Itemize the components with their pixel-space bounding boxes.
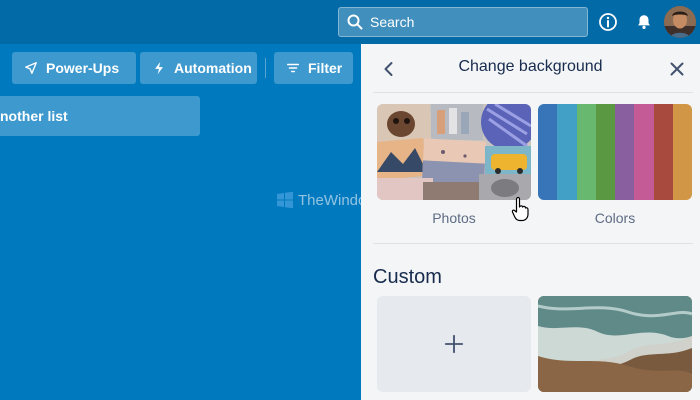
lightning-icon [155, 61, 163, 75]
beach-image [538, 296, 692, 392]
photos-tile[interactable] [377, 104, 531, 200]
filter-label: Filter [308, 60, 343, 76]
color-swatch [595, 104, 615, 200]
notifications-button[interactable] [633, 11, 655, 33]
search-input[interactable] [370, 14, 580, 30]
power-ups-button[interactable]: Power-Ups [12, 52, 136, 84]
add-another-list-button[interactable]: nother list [0, 96, 200, 136]
search-icon [347, 14, 363, 30]
plus-icon [444, 334, 464, 354]
custom-section-title: Custom [373, 266, 442, 288]
filter-button[interactable]: Filter [274, 52, 353, 84]
photos-label: Photos [432, 210, 476, 226]
panel-title: Change background [458, 58, 603, 75]
add-custom-background-button[interactable] [377, 296, 531, 392]
hand-cursor-icon [511, 196, 529, 222]
info-button[interactable] [597, 11, 619, 33]
panel-divider [373, 92, 693, 93]
color-swatch [653, 104, 673, 200]
close-button[interactable] [667, 59, 687, 79]
avatar[interactable] [664, 6, 696, 38]
color-swatch [576, 104, 596, 200]
change-background-panel: Change background Photos Colors Custom [361, 44, 700, 400]
avatar-image [664, 6, 696, 38]
color-swatch [538, 104, 558, 200]
info-icon [599, 13, 617, 31]
color-swatch [557, 104, 577, 200]
automation-button[interactable]: Automation [140, 52, 257, 84]
rocket-icon [25, 62, 37, 74]
close-icon [670, 62, 684, 76]
bell-icon [638, 15, 650, 30]
color-swatch [634, 104, 654, 200]
add-list-label: nother list [0, 108, 68, 124]
automation-label: Automation [174, 60, 252, 76]
color-swatch [672, 104, 692, 200]
filter-icon [286, 63, 300, 73]
colors-tile[interactable] [538, 104, 692, 200]
power-ups-label: Power-Ups [46, 60, 120, 76]
top-header [0, 0, 700, 44]
colors-label: Colors [594, 210, 636, 226]
photos-collage [377, 104, 531, 200]
custom-background-beach[interactable] [538, 296, 692, 392]
header-divider [265, 58, 266, 78]
section-divider [373, 243, 693, 244]
color-swatch [615, 104, 635, 200]
search-box[interactable] [338, 7, 588, 37]
windows-logo-icon [277, 191, 293, 209]
